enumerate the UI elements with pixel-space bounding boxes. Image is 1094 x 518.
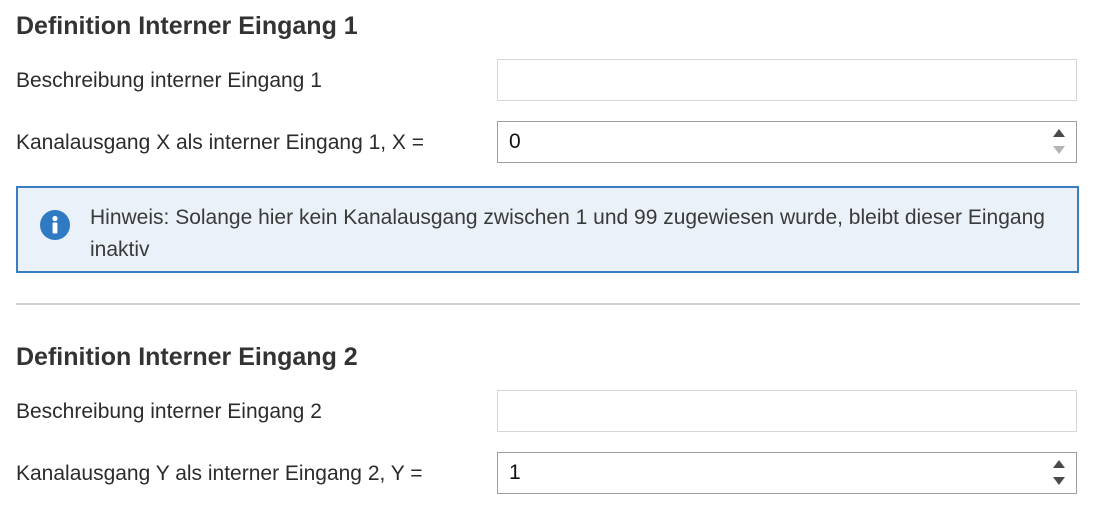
increment-arrow-icon[interactable]: [1052, 457, 1066, 471]
info-icon: [40, 210, 70, 240]
channel-field-input-1[interactable]: [498, 122, 1060, 161]
hint-box: Hinweis: Solange hier kein Kanalausgang …: [16, 186, 1079, 273]
increment-arrow-icon[interactable]: [1052, 126, 1066, 140]
section-title-input-2: Definition Interner Eingang 2: [16, 343, 358, 371]
hint-text: Hinweis: Solange hier kein Kanalausgang …: [90, 206, 1045, 261]
description-field-input-1[interactable]: [497, 59, 1077, 101]
channel-label-input-1: Kanalausgang X als interner Eingang 1, X…: [16, 131, 425, 154]
description-label-input-1: Beschreibung interner Eingang 1: [16, 69, 322, 92]
channel-label-input-2: Kanalausgang Y als interner Eingang 2, Y…: [16, 462, 423, 485]
decrement-arrow-icon[interactable]: [1052, 143, 1066, 157]
channel-field-input-2[interactable]: [498, 453, 1060, 492]
description-label-input-2: Beschreibung interner Eingang 2: [16, 400, 322, 423]
channel-stepper-input-1: [497, 121, 1077, 163]
description-field-input-2[interactable]: [497, 390, 1077, 432]
decrement-arrow-icon[interactable]: [1052, 474, 1066, 488]
section-divider: [16, 303, 1080, 305]
channel-stepper-input-2: [497, 452, 1077, 494]
section-title-input-1: Definition Interner Eingang 1: [16, 12, 358, 40]
